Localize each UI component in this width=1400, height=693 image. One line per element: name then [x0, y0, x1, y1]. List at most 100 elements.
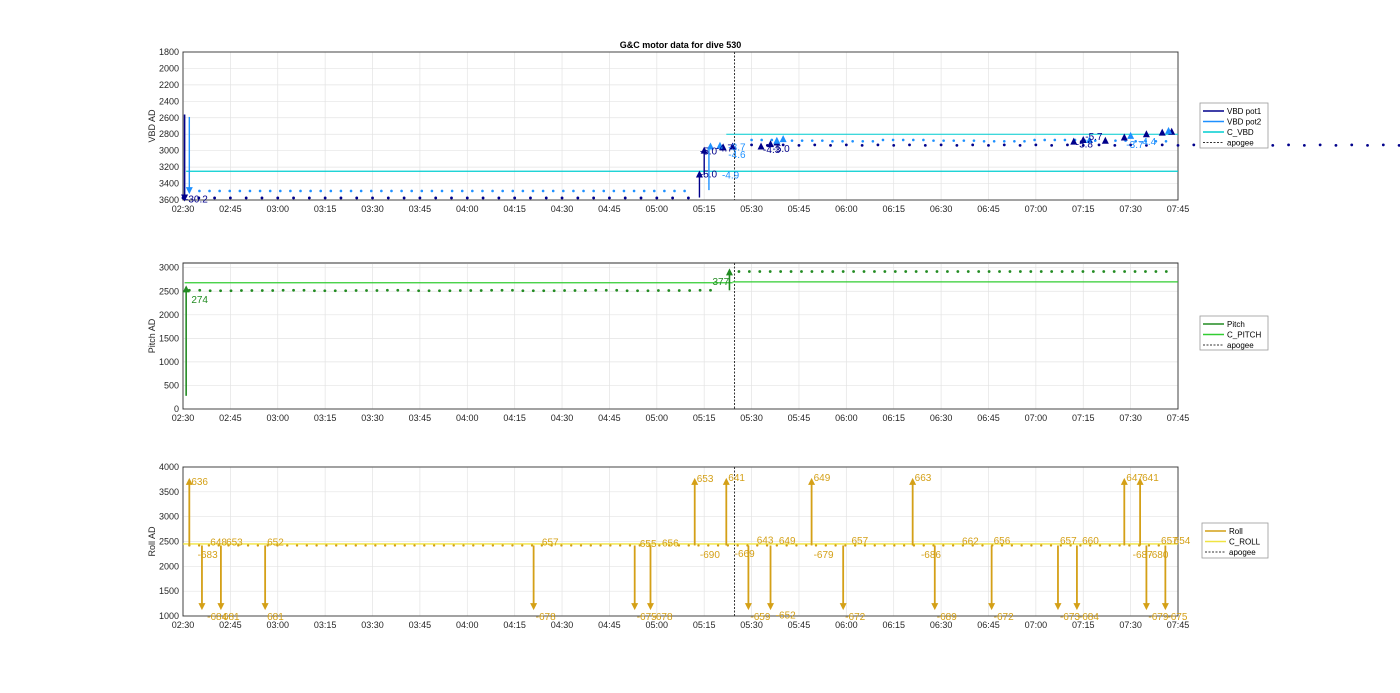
- data-label: 681: [267, 612, 284, 623]
- x-tick-label: 04:45: [598, 204, 621, 214]
- data-label: 655: [640, 539, 657, 550]
- pitch-point: [604, 288, 608, 292]
- pot1-point: [307, 196, 311, 200]
- pot1-point: [623, 196, 627, 200]
- pot2-point: [481, 189, 484, 193]
- pitch-point: [458, 289, 462, 292]
- x-tick-label: 03:30: [361, 413, 384, 423]
- data-label: -4.4: [1139, 137, 1157, 148]
- pitch-point: [240, 289, 243, 292]
- pot1-point: [1113, 144, 1117, 147]
- pot2-point: [218, 189, 221, 193]
- data-label: 657: [1060, 536, 1077, 547]
- legend: Roll C_ROLLapogee: [1201, 522, 1269, 559]
- x-tick-label: 05:00: [646, 204, 669, 214]
- data-label: -679: [1148, 612, 1168, 623]
- x-tick-label: 03:15: [314, 413, 337, 423]
- pitch-point: [810, 270, 814, 273]
- roll-point: [344, 544, 348, 547]
- y-tick-label: 3400: [159, 179, 179, 189]
- pitch-point: [925, 270, 928, 273]
- pitch-point: [831, 270, 835, 273]
- pot2-point: [612, 189, 616, 193]
- pitch-point: [302, 288, 306, 292]
- roll-point: [599, 544, 602, 547]
- panel-2: 02:30 02:45 03:00 03:15 03:30 03:45 04:00 04:15…: [147, 262, 1269, 423]
- roll-point: [981, 544, 984, 547]
- y-axis-label: VBD AD: [147, 109, 157, 143]
- x-tick-label: 06:15: [882, 620, 905, 630]
- pot1-point: [450, 196, 453, 200]
- pitch-point: [323, 289, 327, 293]
- y-tick-label: 2200: [159, 80, 179, 90]
- x-tick-label: 04:15: [503, 413, 526, 423]
- roll-point: [844, 544, 847, 547]
- data-label: 641: [1142, 473, 1159, 484]
- pitch-point: [677, 289, 681, 292]
- pitch-point: [365, 289, 368, 292]
- pitch-point: [656, 289, 660, 292]
- pitch-point: [333, 289, 337, 293]
- pitch-point: [1050, 270, 1054, 273]
- pitch-point: [427, 289, 431, 293]
- x-tick-label: 02:30: [172, 204, 195, 214]
- data-label: -4.9: [722, 171, 740, 182]
- pitch-point: [385, 288, 389, 292]
- x-tick-label: 07:45: [1167, 204, 1190, 214]
- pot1-point: [292, 196, 295, 200]
- roll-point: [472, 544, 475, 547]
- pot1-point: [892, 144, 896, 147]
- x-tick-label: 07:00: [1025, 413, 1048, 423]
- roll-point: [481, 544, 485, 547]
- legend-entry: C_VBD: [1227, 128, 1254, 137]
- x-tick-label: 05:15: [693, 413, 716, 423]
- x-tick-label: 07:15: [1072, 413, 1095, 423]
- roll-point: [403, 544, 406, 547]
- pot2-point: [851, 139, 854, 143]
- roll-point: [452, 544, 455, 547]
- pot1-point: [544, 196, 548, 200]
- roll-point: [824, 544, 828, 547]
- pot2-point: [592, 189, 595, 193]
- data-label: -5.0: [773, 144, 791, 155]
- panel-1: 02:30 02:45 03:00 03:15 03:30 03:45 04:00 04:15…: [147, 40, 1400, 214]
- pitch-point: [208, 289, 212, 293]
- x-tick-label: 05:30: [740, 204, 763, 214]
- x-tick-label: 04:00: [456, 620, 479, 630]
- pot1-point: [465, 196, 469, 200]
- pot1-point: [1034, 143, 1038, 147]
- y-tick-label: 3600: [159, 195, 179, 205]
- pot2-point: [901, 138, 905, 142]
- y-tick-label: 2000: [159, 63, 179, 73]
- data-label: -683: [198, 550, 218, 561]
- data-label: -675: [1167, 612, 1187, 623]
- pot2-point: [572, 189, 575, 193]
- pot2-point: [309, 189, 312, 193]
- pot2-point: [228, 189, 232, 193]
- roll-point: [736, 544, 739, 547]
- roll-point: [697, 544, 700, 547]
- pot2-point: [248, 189, 252, 193]
- data-label: -4.6: [728, 150, 746, 161]
- panel-3: 02:30 02:45 03:00 03:15 03:30 03:45 04:00 04:15…: [147, 462, 1269, 630]
- pot2-point: [511, 189, 515, 193]
- roll-point: [491, 544, 495, 547]
- pot2-point: [1053, 138, 1057, 142]
- pot2-point: [841, 139, 844, 143]
- roll-point: [305, 544, 309, 547]
- pitch-point: [292, 288, 295, 292]
- pot1-point: [497, 196, 501, 200]
- y-tick-label: 0: [174, 404, 179, 414]
- pot2-point: [541, 189, 545, 193]
- y-tick-label: 1500: [159, 586, 179, 596]
- pot1-point: [1334, 144, 1338, 147]
- x-tick-label: 04:15: [503, 204, 526, 214]
- pitch-point: [490, 288, 494, 292]
- pot1-point: [402, 196, 406, 200]
- pot1-point: [260, 196, 264, 200]
- x-tick-label: 06:30: [930, 413, 953, 423]
- pot2-point: [760, 138, 763, 142]
- roll-point: [1010, 544, 1014, 547]
- data-label: 652: [267, 538, 284, 549]
- x-tick-label: 06:45: [977, 204, 1000, 214]
